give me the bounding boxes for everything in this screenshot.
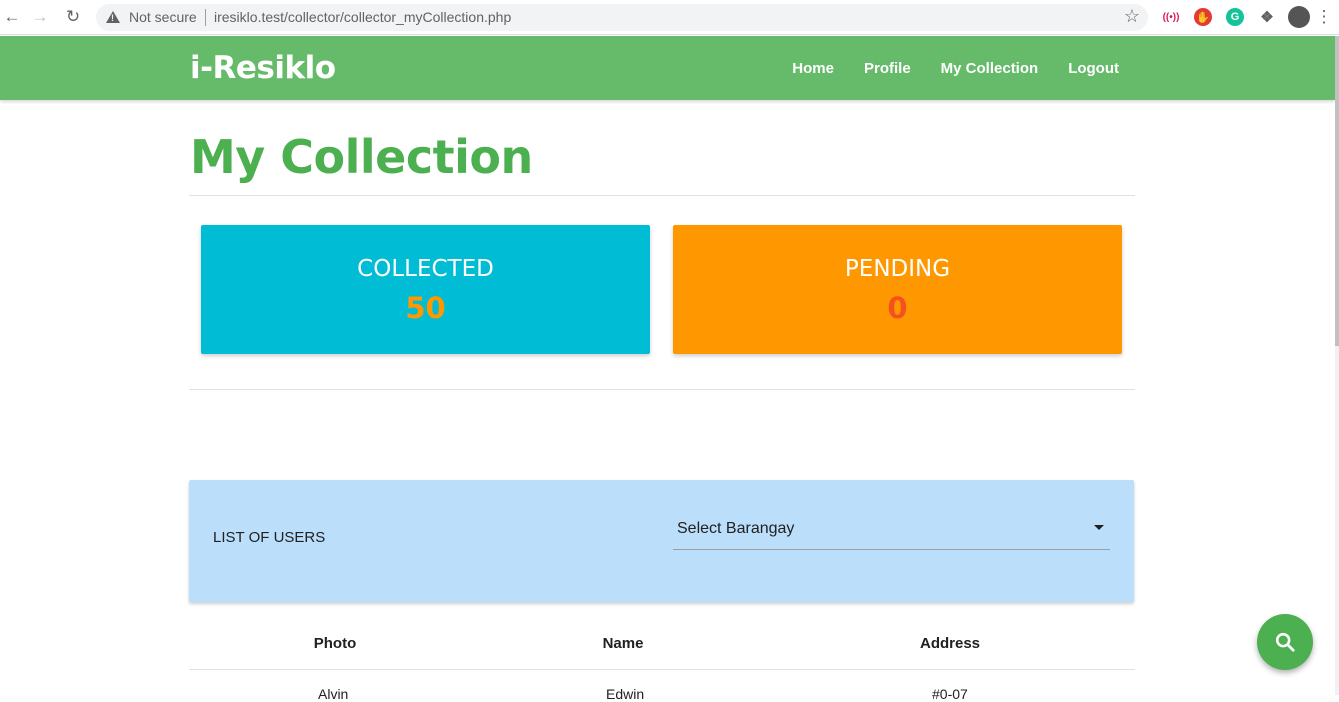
address-bar[interactable]: Not secure iresiklo.test/collector/colle… <box>96 4 1148 31</box>
puzzle-extensions-icon[interactable]: ❖ <box>1258 8 1276 26</box>
adblock-extension-icon[interactable]: ✋ <box>1194 8 1212 26</box>
nav-link-my-collection[interactable]: My Collection <box>941 60 1039 77</box>
users-list-heading: LIST OF USERS <box>213 529 326 546</box>
column-header-name[interactable]: Name <box>603 635 644 652</box>
app-navbar: i-Resiklo Home Profile My Collection Log… <box>0 36 1335 100</box>
title-divider <box>189 195 1135 196</box>
browser-toolbar: ← → ↻ Not secure iresiklo.test/collector… <box>0 0 1339 35</box>
security-label: Not secure <box>129 9 197 25</box>
barangay-select[interactable]: Select Barangay <box>673 512 1110 550</box>
broadcast-extension-icon[interactable]: ((•)) <box>1162 8 1180 26</box>
users-table-header: Photo Name Address <box>189 620 1135 670</box>
table-cell-photo: Alvin <box>318 686 349 702</box>
dropdown-caret-icon <box>1094 525 1104 530</box>
users-panel: LIST OF USERS Select Barangay <box>189 480 1134 602</box>
forward-arrow-icon[interactable]: → <box>30 7 50 27</box>
page-scrollbar-thumb[interactable] <box>1335 36 1339 346</box>
collected-label: COLLECTED <box>357 256 494 282</box>
table-cell-name: Edwin <box>606 686 645 702</box>
column-header-address[interactable]: Address <box>920 635 980 652</box>
search-fab-button[interactable] <box>1257 614 1313 670</box>
barangay-select-value: Select Barangay <box>677 520 795 537</box>
table-cell-address: #0-07 <box>932 686 968 702</box>
url-text[interactable]: iresiklo.test/collector/collector_myColl… <box>214 9 511 25</box>
pending-count: 0 <box>887 291 908 325</box>
collected-count: 50 <box>405 291 446 325</box>
nav-link-logout[interactable]: Logout <box>1068 60 1119 77</box>
address-separator <box>205 9 206 26</box>
nav-link-profile[interactable]: Profile <box>864 60 911 77</box>
grammarly-extension-icon[interactable]: G <box>1226 8 1244 26</box>
nav-link-home[interactable]: Home <box>792 60 834 77</box>
search-icon <box>1275 632 1295 652</box>
back-arrow-icon[interactable]: ← <box>2 7 22 27</box>
stats-divider <box>189 389 1135 390</box>
kebab-menu-icon[interactable]: ⋮ <box>1314 7 1334 27</box>
brand-logo[interactable]: i-Resiklo <box>190 50 336 86</box>
warning-icon <box>106 11 120 23</box>
profile-avatar-icon[interactable] <box>1288 6 1310 28</box>
nav-links: Home Profile My Collection Logout <box>762 36 1119 100</box>
page-title: My Collection <box>190 130 533 184</box>
column-header-photo[interactable]: Photo <box>314 635 357 652</box>
reload-icon[interactable]: ↻ <box>63 7 83 27</box>
bookmark-star-icon[interactable]: ☆ <box>1124 6 1140 27</box>
pending-card: PENDING 0 <box>673 225 1122 354</box>
pending-label: PENDING <box>844 256 951 282</box>
collected-card: COLLECTED 50 <box>201 225 650 354</box>
